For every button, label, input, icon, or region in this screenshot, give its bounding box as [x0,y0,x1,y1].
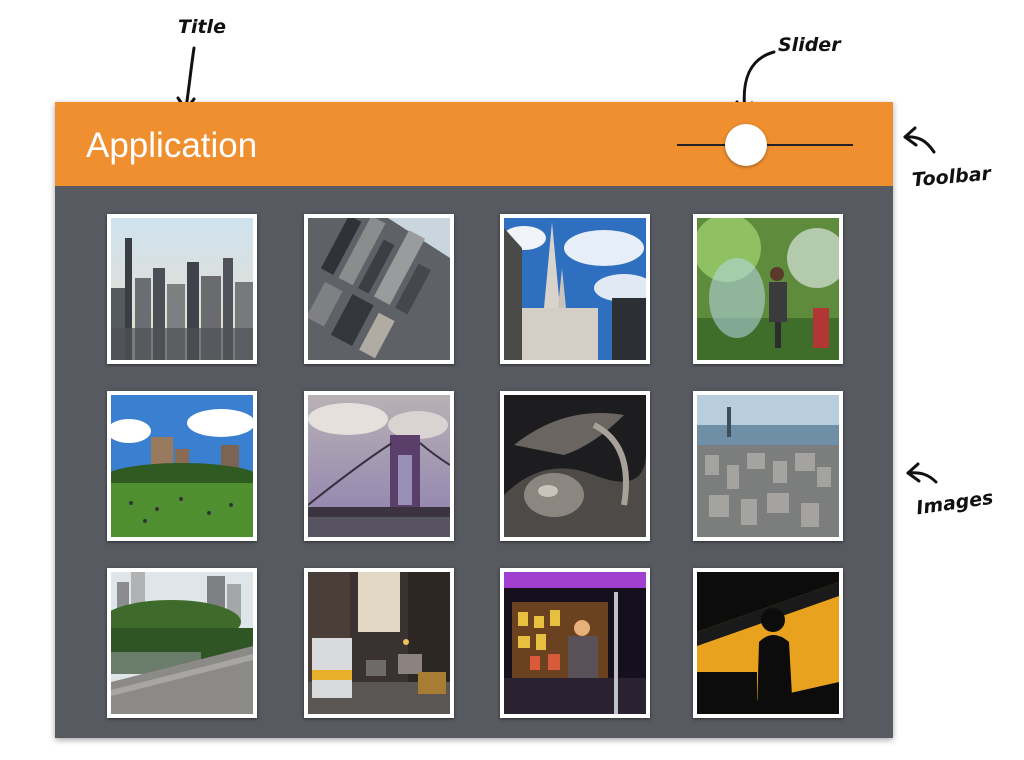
image-bronze-statue [504,395,646,537]
title-annotation: Title [178,16,226,38]
image-aerial-downtown [697,395,839,537]
image-thumbnail[interactable] [107,214,257,364]
image-food-cart-night [504,572,646,714]
image-thumbnail[interactable] [500,568,650,718]
app-window: Application [55,102,893,738]
image-aerial-city [308,218,450,360]
image-thumbnail[interactable] [304,391,454,541]
image-thumbnail[interactable] [693,568,843,718]
image-silhouette-window [697,572,839,714]
toolbar-annotation: Toolbar [911,162,992,192]
slider[interactable] [677,124,853,166]
toolbar: Application [55,102,893,186]
slider-annotation: Slider [778,34,841,56]
slider-thumb[interactable] [724,124,767,166]
image-thumbnail[interactable] [500,391,650,541]
app-title: Application [86,126,258,165]
image-thumbnail[interactable] [107,568,257,718]
image-thumbnail[interactable] [304,568,454,718]
image-park-bubbles [697,218,839,360]
image-cathedral-spires [504,218,646,360]
image-sheep-meadow [111,395,253,537]
toolbar-arrow [903,135,936,154]
image-thumbnail[interactable] [693,214,843,364]
image-midtown-skyline [111,218,253,360]
images-annotation: Images [914,486,995,520]
image-thumbnail[interactable] [304,214,454,364]
image-thumbnail[interactable] [107,391,257,541]
image-bridge-tower [308,395,450,537]
image-thumbnail[interactable] [693,391,843,541]
image-park-pond [111,572,253,714]
image-thumbnail[interactable] [500,214,650,364]
image-street-traffic [308,572,450,714]
title-arrow [184,46,196,110]
images-arrow [906,471,938,484]
